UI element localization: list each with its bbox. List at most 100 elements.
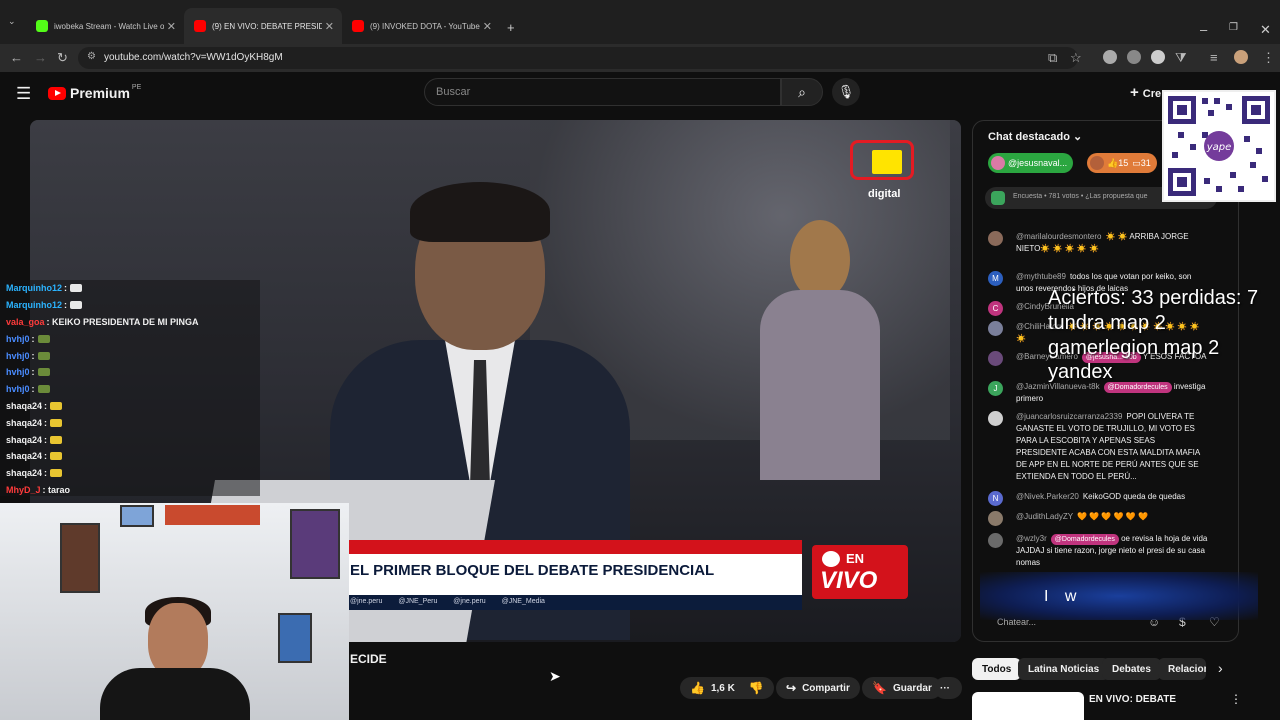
chat-avatar[interactable]: M: [988, 271, 1003, 286]
chat-avatar[interactable]: [988, 351, 1003, 366]
chat-author[interactable]: @juancarlosruizcarranza2339: [1016, 412, 1122, 421]
chat-author[interactable]: @marilalourdesmontero: [1016, 232, 1102, 241]
shelf-figures: [165, 505, 260, 525]
chip-latina-noticias[interactable]: Latina Noticias: [1018, 658, 1110, 680]
tab-search-icon[interactable]: ⌄: [8, 16, 16, 27]
kick-favicon: [36, 20, 48, 32]
chat-avatar[interactable]: [988, 321, 1003, 336]
emote-icon: [37, 385, 50, 394]
tab-youtube-dota[interactable]: (9) INVOKED DOTA - YouTube ✕: [342, 8, 500, 44]
more-actions-button[interactable]: ···: [934, 677, 962, 699]
overlay-chat-text: :: [44, 417, 48, 428]
tab-close-icon[interactable]: ✕: [325, 20, 334, 33]
overlay-chat-user: Marquinho12: [6, 283, 63, 294]
minimize-icon[interactable]: –: [1200, 22, 1207, 37]
mouse-cursor-icon: ➤: [549, 668, 561, 684]
extension-icon[interactable]: [1151, 50, 1165, 64]
jne-digital-logo: digital: [850, 140, 918, 206]
thumbs-up-icon: 👍: [690, 681, 705, 695]
chat-author[interactable]: @JudithLadyZY: [1016, 512, 1073, 521]
overlay-chat-line: hvhj0:: [0, 330, 260, 347]
overlay-chat-user: hvhj0: [6, 333, 30, 344]
tab-kick[interactable]: iwobeka Stream - Watch Live o ✕: [26, 8, 184, 44]
overlay-chat-line: Marquinho12:: [0, 297, 260, 314]
chat-author[interactable]: @Nivek.Parker20: [1016, 492, 1079, 501]
browser-menu-icon[interactable]: ⋮: [1262, 50, 1275, 66]
overlay-chat-line: shaqa24:: [0, 414, 260, 431]
hamburger-menu-icon[interactable]: ☰: [16, 84, 31, 104]
back-icon[interactable]: ←: [10, 50, 23, 65]
youtube-favicon: [194, 20, 206, 32]
share-button[interactable]: ↪ Compartir: [776, 677, 860, 699]
pinned-user-pill[interactable]: @jesusnaval...: [988, 153, 1074, 173]
overlay-chat-line: vala_goa: KEIKO PRESIDENTA DE MI PINGA: [0, 314, 260, 331]
pinned-comments: 31: [1140, 158, 1151, 168]
voice-search-button[interactable]: 🎙: [832, 78, 860, 106]
url-field[interactable]: ⚙ youtube.com/watch?v=WW1dOyKH8gM: [78, 47, 1078, 69]
create-button[interactable]: + Cre: [1130, 84, 1161, 101]
chat-message[interactable]: J @JazminVillanueva-t8k @Domadordecules in…: [988, 381, 1208, 405]
bookmark-star-icon[interactable]: ☆: [1070, 50, 1082, 66]
like-button[interactable]: 👍 1,6 K 👎: [680, 677, 774, 699]
chevron-right-icon[interactable]: ›: [1218, 660, 1223, 676]
extension-icon[interactable]: [1103, 50, 1117, 64]
chat-avatar[interactable]: C: [988, 301, 1003, 316]
chat-author[interactable]: @wzly3r: [1016, 534, 1047, 543]
stream-alert-sparkle: I w: [980, 572, 1258, 620]
profile-avatar[interactable]: [1234, 50, 1248, 64]
search-button[interactable]: ⌕: [781, 78, 823, 106]
chat-message[interactable]: N @Nivek.Parker20 KeikoGOD queda de quedas: [988, 491, 1208, 506]
chat-message[interactable]: @juancarlosruizcarranza2339 POPI OLIVERA …: [988, 411, 1208, 483]
install-icon[interactable]: ⧉: [1048, 50, 1057, 66]
save-button[interactable]: 🔖 Guardar: [862, 677, 942, 699]
new-tab-button[interactable]: +: [507, 20, 515, 35]
chat-author[interactable]: @mythtube89: [1016, 272, 1066, 281]
alert-text: I w: [1044, 588, 1083, 605]
youtube-premium-logo[interactable]: Premium PE: [48, 84, 141, 101]
stream-overlay-line: tundra map 2: [1048, 312, 1166, 334]
chat-avatar[interactable]: J: [988, 381, 1003, 396]
chip-todos[interactable]: Todos: [972, 658, 1022, 680]
emote-icon: [50, 452, 63, 461]
maximize-icon[interactable]: ❐: [1229, 22, 1238, 33]
media-control-icon[interactable]: ≡: [1210, 50, 1218, 65]
search-input[interactable]: Buscar: [424, 78, 781, 106]
extension-icon[interactable]: [1127, 50, 1141, 64]
chat-mention-tag[interactable]: @Domadordecules: [1103, 382, 1172, 393]
chat-mention-tag[interactable]: @Domadordecules: [1050, 534, 1119, 545]
more-options-icon[interactable]: ⋮: [1230, 692, 1242, 706]
emote-icon: [50, 435, 63, 444]
overlay-chat-text: :: [31, 384, 35, 395]
chat-message[interactable]: @wzly3r @Domadordecules oe revisa la hoja…: [988, 533, 1208, 569]
browser-tabbar: ⌄ iwobeka Stream - Watch Live o ✕ (9) EN…: [0, 0, 1280, 44]
poll-icon: [991, 191, 1005, 205]
forward-icon[interactable]: →: [34, 50, 47, 65]
pinned-stats-pill[interactable]: 👍 15 ▭ 31: [1087, 153, 1157, 173]
recommended-title[interactable]: EN VIVO: DEBATE: [1089, 694, 1176, 705]
reload-icon[interactable]: ↻: [57, 50, 68, 66]
tab-close-icon[interactable]: ✕: [483, 20, 492, 33]
chat-message[interactable]: @marilalourdesmontero ☀️ ☀️ ARRIBA JORGE …: [988, 231, 1208, 255]
extensions-puzzle-icon[interactable]: ⧩: [1175, 50, 1187, 66]
chip-debates[interactable]: Debates: [1102, 658, 1161, 680]
overlay-chat-text: :: [31, 333, 35, 344]
chat-avatar[interactable]: [988, 231, 1003, 246]
recommended-thumbnail[interactable]: [972, 692, 1084, 720]
emote-icon: [37, 368, 50, 377]
close-window-icon[interactable]: ✕: [1260, 22, 1271, 38]
overlay-chat-text: :: [64, 283, 68, 294]
site-info-icon[interactable]: ⚙: [87, 51, 96, 62]
chat-avatar[interactable]: [988, 533, 1003, 548]
chat-message[interactable]: @JudithLadyZY 🧡 🧡 🧡 🧡 🧡 🧡: [988, 511, 1208, 526]
tab-youtube-debate[interactable]: (9) EN VIVO: DEBATE PRESIDEN ✕: [184, 8, 342, 44]
chat-avatar[interactable]: [988, 411, 1003, 426]
chip-relacion[interactable]: Relacion: [1158, 658, 1206, 680]
chat-avatar[interactable]: [988, 511, 1003, 526]
video-title[interactable]: ECIDE: [350, 652, 387, 666]
tab-close-icon[interactable]: ✕: [167, 20, 176, 33]
overlay-chat-user: shaqa24: [6, 417, 43, 428]
chevron-down-icon: ⌄: [1072, 131, 1083, 143]
chat-avatar[interactable]: N: [988, 491, 1003, 506]
dislike-icon[interactable]: 👎: [749, 681, 764, 695]
share-label: Compartir: [802, 682, 850, 694]
